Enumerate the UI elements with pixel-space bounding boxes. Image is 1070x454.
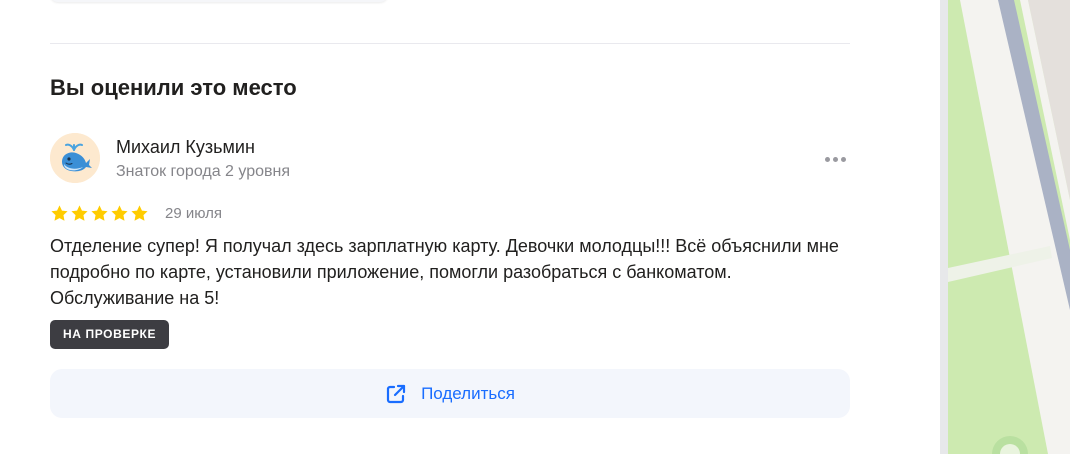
star-icon	[131, 205, 148, 221]
share-external-icon	[385, 383, 407, 405]
share-label: Поделиться	[421, 383, 515, 403]
map-canvas	[940, 0, 1070, 454]
avatar[interactable]	[50, 133, 100, 183]
whale-avatar-icon	[50, 133, 100, 183]
review-date: 29 июля	[165, 205, 223, 222]
star-icon	[51, 205, 68, 221]
share-button[interactable]: Поделиться	[50, 369, 850, 418]
star-icon	[71, 205, 88, 221]
author-name[interactable]: Михаил Кузьмин	[116, 136, 255, 158]
review-text: Отделение супер! Я получал здесь зарплат…	[50, 236, 839, 308]
section-divider	[50, 43, 850, 44]
more-options-button[interactable]	[818, 148, 852, 170]
more-dots-icon	[824, 156, 830, 162]
star-icon	[91, 205, 108, 221]
rating-stars	[50, 204, 149, 223]
previous-card[interactable]	[50, 0, 388, 2]
section-title: Вы оценили это место	[50, 75, 297, 100]
star-icon	[111, 205, 128, 221]
review-panel: Вы оценили это место Михаил Кузьмин Знат…	[0, 0, 940, 454]
author-level: Знаток города 2 уровня	[116, 163, 291, 180]
map-area[interactable]	[940, 0, 1070, 454]
status-badge: НА ПРОВЕРКЕ	[50, 320, 170, 349]
